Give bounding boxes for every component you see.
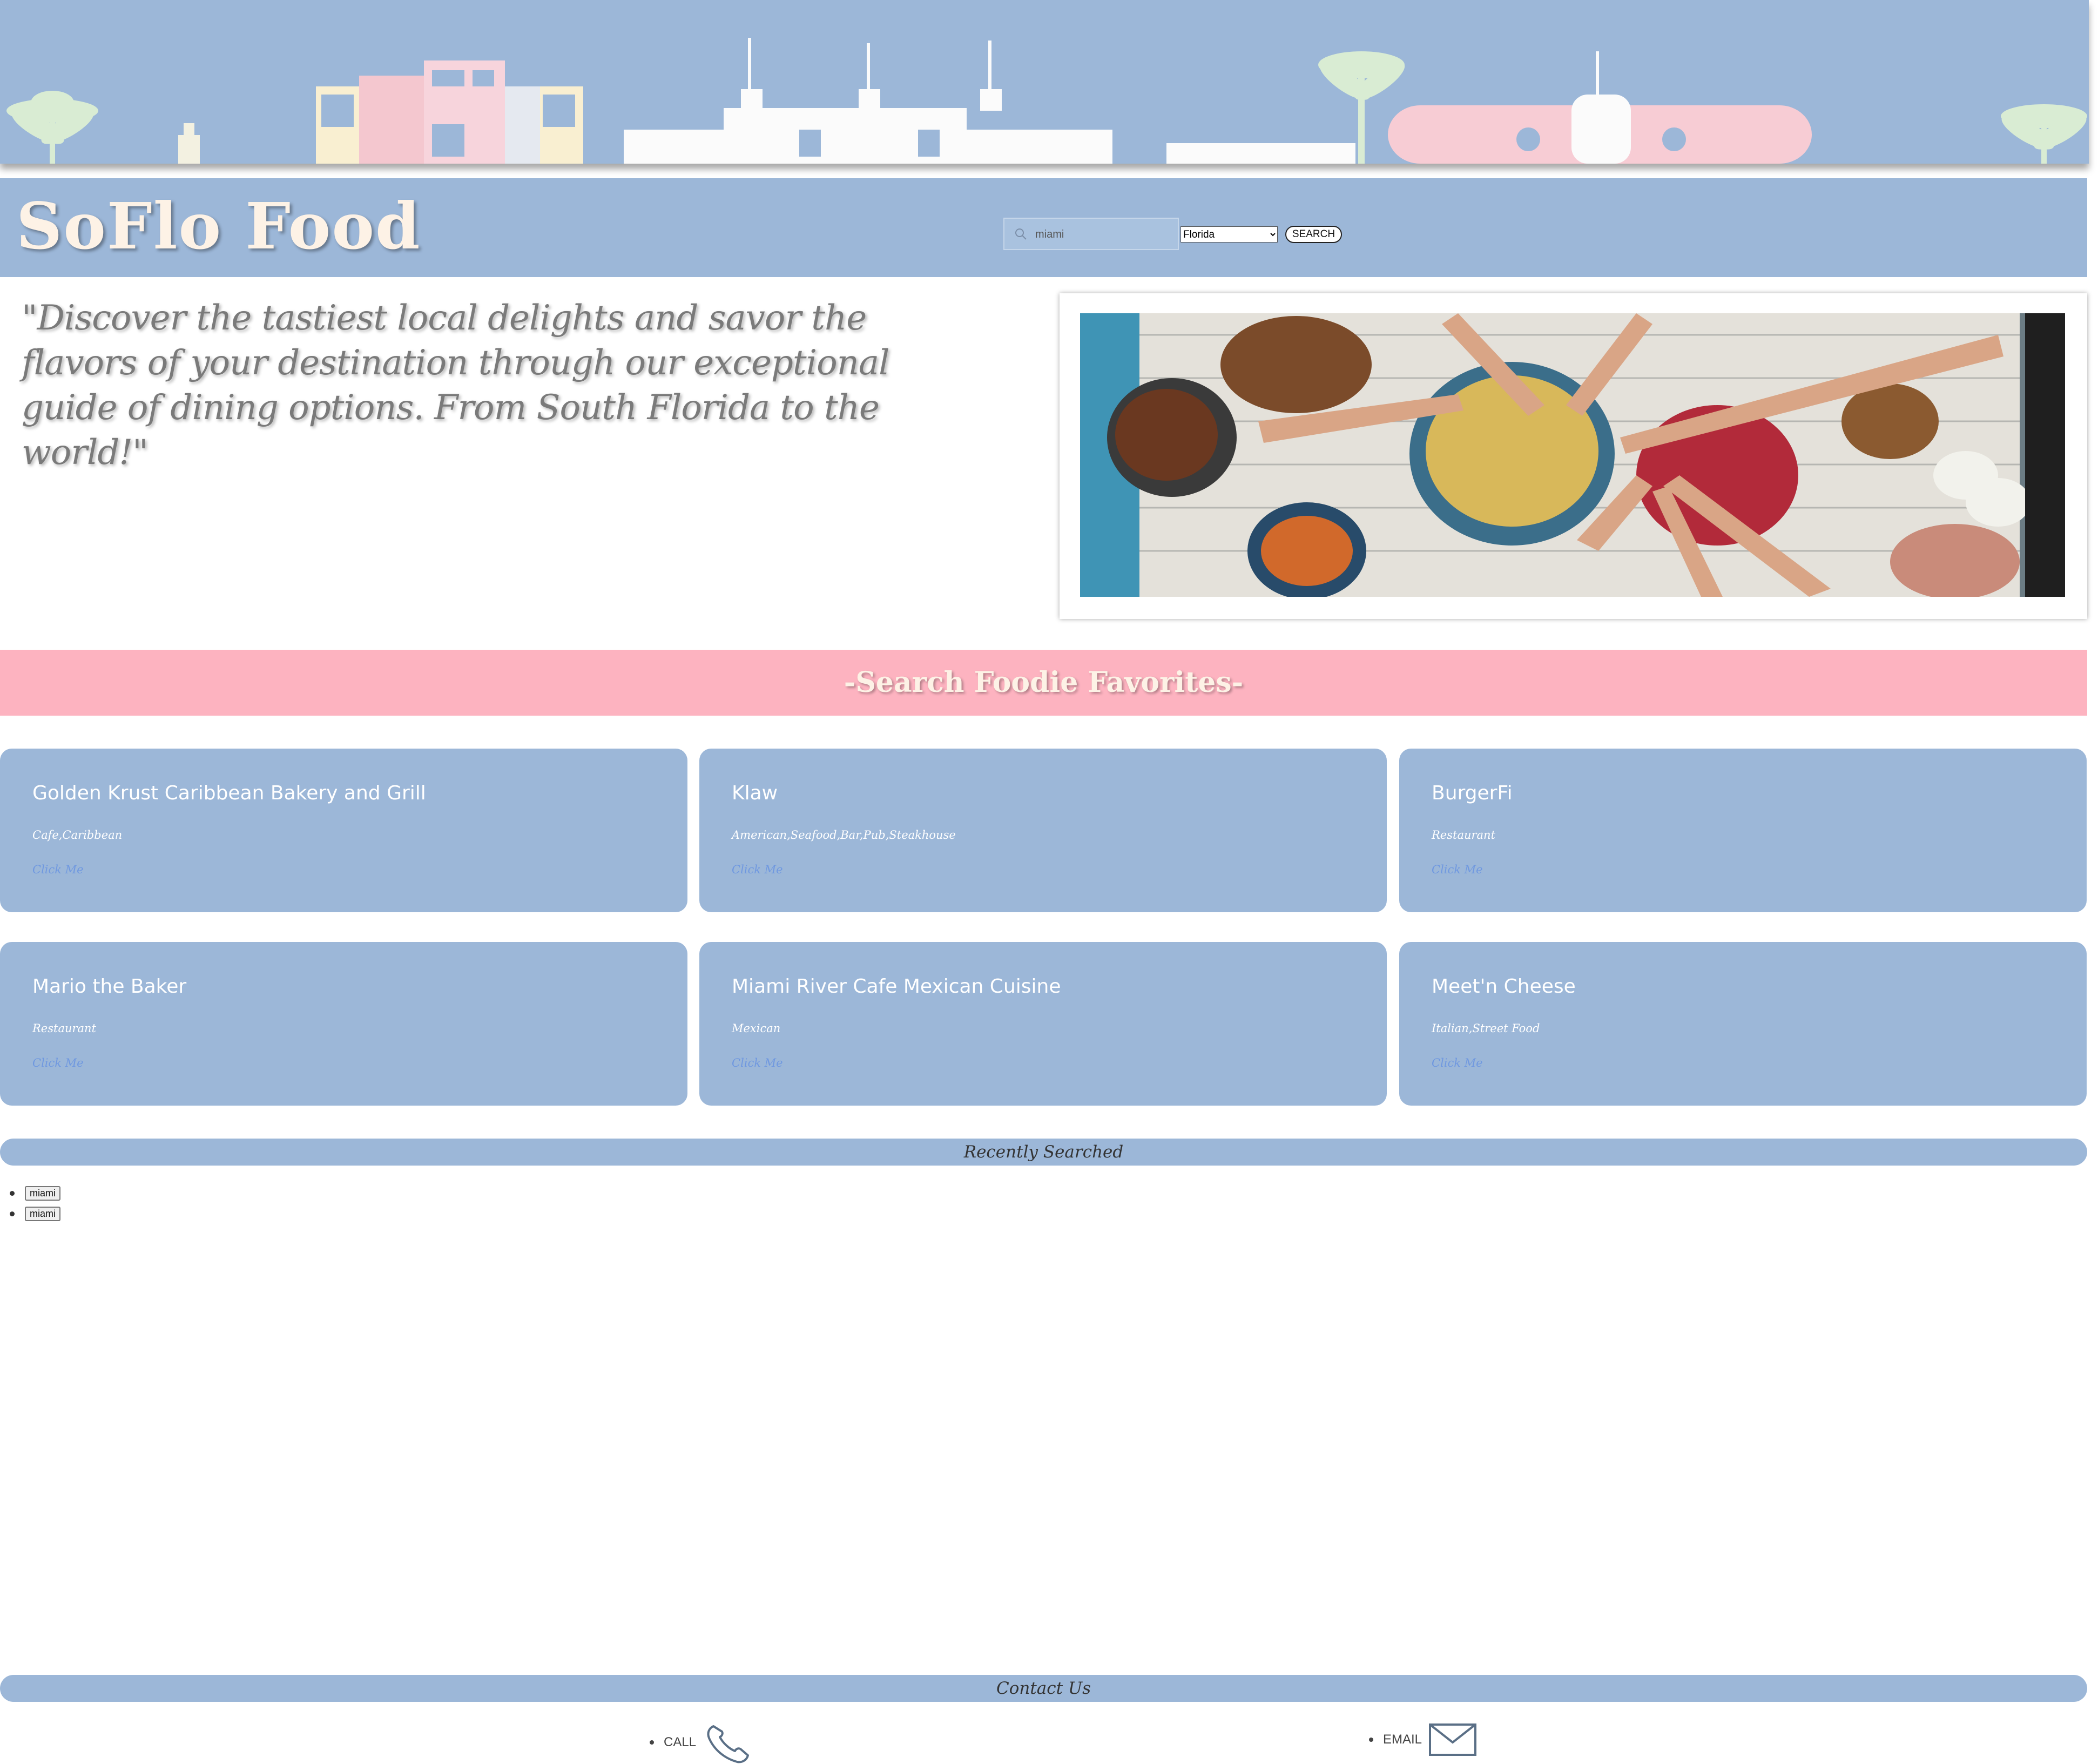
phone-icon[interactable] <box>704 1721 752 1764</box>
restaurant-categories: Mexican <box>732 1022 781 1035</box>
restaurant-name: BurgerFi <box>1432 782 1513 804</box>
hero-food-photo <box>1080 313 2065 597</box>
state-select[interactable]: Florida <box>1180 226 1278 243</box>
bullet <box>1369 1738 1373 1742</box>
search-icon <box>1015 228 1027 240</box>
list-item: miami <box>10 1203 60 1224</box>
header-bar: SoFlo Food Florida SEARCH <box>0 178 2087 277</box>
restaurant-card[interactable]: Meet'n Cheese Italian,Street Food Click … <box>1399 942 2087 1106</box>
restaurant-categories: Restaurant <box>1432 829 1496 841</box>
list-item: miami <box>10 1183 60 1203</box>
skyline-banner <box>0 0 2089 164</box>
click-me-link[interactable]: Click Me <box>32 863 84 876</box>
click-me-link[interactable]: Click Me <box>1432 863 1483 876</box>
bullet <box>10 1190 15 1196</box>
favorites-heading: -Search Foodie Favorites- <box>844 666 1244 699</box>
restaurant-name: Golden Krust Caribbean Bakery and Grill <box>32 782 426 804</box>
recent-search-list: miami miami <box>10 1183 60 1224</box>
email-label: EMAIL <box>1383 1732 1422 1747</box>
restaurant-categories: Cafe,Caribbean <box>32 829 123 841</box>
restaurant-categories: American,Seafood,Bar,Pub,Steakhouse <box>732 829 956 841</box>
recently-searched-heading: Recently Searched <box>0 1139 2087 1166</box>
search-button[interactable]: SEARCH <box>1285 226 1342 243</box>
contact-email[interactable]: EMAIL <box>1369 1723 1477 1756</box>
restaurant-name: Mario the Baker <box>32 975 187 998</box>
contact-call[interactable]: CALL <box>650 1721 752 1764</box>
click-me-link[interactable]: Click Me <box>732 1056 783 1069</box>
site-title: SoFlo Food <box>16 188 421 264</box>
contact-heading: Contact Us <box>0 1675 2087 1702</box>
restaurant-card[interactable]: Golden Krust Caribbean Bakery and Grill … <box>0 749 687 912</box>
restaurant-card[interactable]: Klaw American,Seafood,Bar,Pub,Steakhouse… <box>699 749 1387 912</box>
bullet <box>10 1211 15 1216</box>
restaurant-card[interactable]: Mario the Baker Restaurant Click Me <box>0 942 687 1106</box>
restaurant-card[interactable]: Miami River Cafe Mexican Cuisine Mexican… <box>699 942 1387 1106</box>
restaurant-name: Miami River Cafe Mexican Cuisine <box>732 975 1061 998</box>
recent-search-button[interactable]: miami <box>25 1186 60 1201</box>
restaurant-card[interactable]: BurgerFi Restaurant Click Me <box>1399 749 2087 912</box>
restaurant-name: Klaw <box>732 782 778 804</box>
hero-quote: "Discover the tastiest local delights an… <box>22 298 889 473</box>
restaurant-name: Meet'n Cheese <box>1432 975 1576 998</box>
search-input[interactable] <box>1034 223 1177 246</box>
hero-image-frame <box>1060 293 2087 619</box>
click-me-link[interactable]: Click Me <box>32 1056 84 1069</box>
restaurant-categories: Italian,Street Food <box>1432 1022 1540 1035</box>
favorites-heading-band: -Search Foodie Favorites- <box>0 650 2087 716</box>
click-me-link[interactable]: Click Me <box>732 863 783 876</box>
search-box[interactable] <box>1003 218 1179 250</box>
click-me-link[interactable]: Click Me <box>1432 1056 1483 1069</box>
call-label: CALL <box>664 1735 697 1749</box>
recent-search-button[interactable]: miami <box>25 1206 60 1221</box>
envelope-icon[interactable] <box>1428 1723 1477 1756</box>
restaurant-categories: Restaurant <box>32 1022 97 1035</box>
bullet <box>650 1740 654 1745</box>
